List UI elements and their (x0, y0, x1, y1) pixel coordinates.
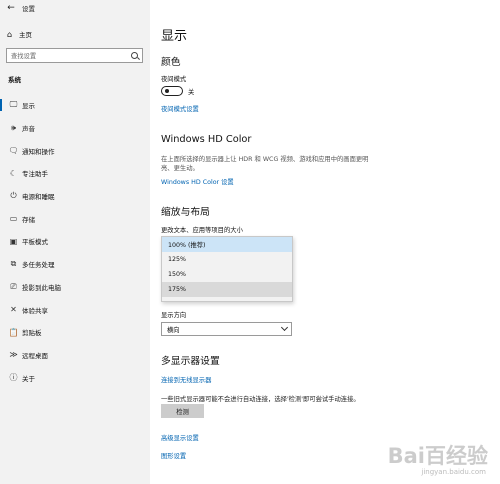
info-icon: ⓘ (9, 373, 18, 383)
sidebar-item-label: 存储 (22, 215, 35, 224)
sidebar: ← 设置 ⌂ 主页 查找设置 系统 🖵 显示 🕪 声音 🗨 通知和操作 ☾ 专注… (0, 0, 150, 484)
monitor-icon: 🖵 (9, 100, 18, 110)
sidebar-item-label: 声音 (22, 125, 35, 134)
sidebar-item-multitasking[interactable]: ⧉ 多任务处理 (0, 253, 150, 276)
sidebar-item-label: 通知和操作 (22, 147, 55, 156)
hd-color-settings-link[interactable]: Windows HD Color 设置 (161, 177, 234, 186)
title-bar: ← 设置 (0, 0, 150, 16)
hd-color-heading: Windows HD Color (161, 134, 252, 145)
moon-icon: ☾ (9, 168, 18, 178)
watermark-sub: jingyan.baidu.com (421, 468, 486, 476)
color-heading: 颜色 (161, 57, 181, 68)
back-arrow-icon[interactable]: ← (0, 0, 22, 16)
sidebar-item-label: 多任务处理 (22, 261, 55, 270)
sidebar-item-power[interactable]: ⏻ 电源和睡眠 (0, 185, 150, 208)
scale-label: 更改文本、应用等项目的大小 (161, 227, 243, 234)
window-title: 设置 (22, 5, 35, 13)
hd-color-description: 在上面所选择的显示器上让 HDR 和 WCG 视频、游戏和应用中的画面更明亮、更… (161, 156, 369, 172)
multitask-icon: ⧉ (10, 259, 17, 269)
page-title: 显示 (161, 29, 188, 44)
night-mode-state: 关 (188, 89, 195, 96)
clipboard-icon: 📋 (8, 327, 19, 337)
home-icon: ⌂ (7, 29, 13, 39)
sidebar-item-display[interactable]: 🖵 显示 (0, 94, 150, 117)
multi-display-heading: 多显示器设置 (161, 356, 220, 367)
sidebar-item-label: 关于 (22, 374, 35, 383)
sidebar-item-projecting[interactable]: ⎚ 投影到此电脑 (0, 276, 150, 299)
main-content: 显示 颜色 夜间模式 关 夜间模式设置 Windows HD Color 在上面… (150, 0, 500, 484)
sidebar-item-clipboard[interactable]: 📋 剪贴板 (0, 321, 150, 344)
sidebar-item-label: 平板模式 (22, 238, 48, 247)
sidebar-item-notifications[interactable]: 🗨 通知和操作 (0, 139, 150, 162)
night-mode-label: 夜间模式 (161, 76, 187, 83)
notification-icon: 🗨 (8, 146, 19, 156)
chevron-down-icon (280, 323, 289, 332)
sidebar-item-tablet-mode[interactable]: ▣ 平板模式 (0, 230, 150, 253)
scale-dropdown-list[interactable]: 100% (推荐) 125% 150% 175% (161, 236, 293, 302)
sidebar-item-home[interactable]: ⌂ 主页 (0, 26, 150, 42)
scale-option[interactable]: 100% (推荐) (162, 237, 292, 252)
advanced-display-link[interactable]: 高级显示设置 (161, 433, 199, 442)
speaker-icon: 🕪 (10, 123, 17, 133)
sidebar-item-storage[interactable]: ▭ 存储 (0, 207, 150, 230)
search-placeholder: 查找设置 (11, 53, 37, 60)
tablet-icon: ▣ (9, 236, 18, 246)
sidebar-item-about[interactable]: ⓘ 关于 (0, 366, 150, 389)
orientation-label: 显示方向 (161, 312, 187, 319)
scale-heading: 缩放与布局 (161, 207, 210, 218)
search-input[interactable]: 查找设置 (6, 48, 143, 63)
scale-option[interactable]: 175% (162, 282, 292, 297)
night-mode-toggle[interactable] (161, 86, 183, 96)
wireless-display-link[interactable]: 连接到无线显示器 (161, 375, 211, 384)
sidebar-item-sound[interactable]: 🕪 声音 (0, 117, 150, 140)
sidebar-item-label: 体验共享 (22, 306, 48, 315)
orientation-value: 横向 (167, 326, 180, 334)
watermark-main: Bai百经验 (387, 444, 488, 468)
remote-icon: ≫ (9, 350, 18, 360)
search-icon (131, 52, 138, 59)
detect-button[interactable]: 检测 (161, 404, 204, 418)
section-label: 系统 (8, 76, 21, 84)
storage-icon: ▭ (9, 214, 18, 224)
watermark-logo: Bai百经验 jingyan.baidu.com (382, 440, 492, 476)
sidebar-item-focus-assist[interactable]: ☾ 专注助手 (0, 162, 150, 185)
sidebar-item-label: 专注助手 (22, 170, 48, 179)
sidebar-item-label: 主页 (19, 31, 32, 39)
sidebar-nav: 🖵 显示 🕪 声音 🗨 通知和操作 ☾ 专注助手 ⏻ 电源和睡眠 ▭ 存储 ▣ … (0, 94, 150, 389)
orientation-select[interactable]: 横向 (161, 322, 292, 336)
detect-description: 一些旧式显示器可能不会进行自动连接，选择'检测'即可尝试手动连接。 (161, 396, 360, 403)
share-icon: ✕ (10, 305, 17, 315)
sidebar-item-label: 显示 (22, 102, 35, 111)
project-icon: ⎚ (10, 281, 17, 291)
scale-option[interactable]: 150% (162, 267, 292, 282)
sidebar-item-shared-experiences[interactable]: ✕ 体验共享 (0, 298, 150, 321)
graphics-settings-link[interactable]: 图形设置 (161, 451, 186, 460)
sidebar-item-label: 剪贴板 (22, 329, 42, 338)
toggle-knob (165, 89, 169, 93)
sidebar-item-label: 远程桌面 (22, 351, 48, 360)
sidebar-item-remote-desktop[interactable]: ≫ 远程桌面 (0, 344, 150, 367)
scale-option[interactable]: 125% (162, 252, 292, 267)
sidebar-item-label: 电源和睡眠 (22, 193, 55, 202)
power-icon: ⏻ (10, 191, 17, 201)
sidebar-item-label: 投影到此电脑 (22, 283, 61, 292)
night-mode-settings-link[interactable]: 夜间模式设置 (161, 104, 199, 113)
